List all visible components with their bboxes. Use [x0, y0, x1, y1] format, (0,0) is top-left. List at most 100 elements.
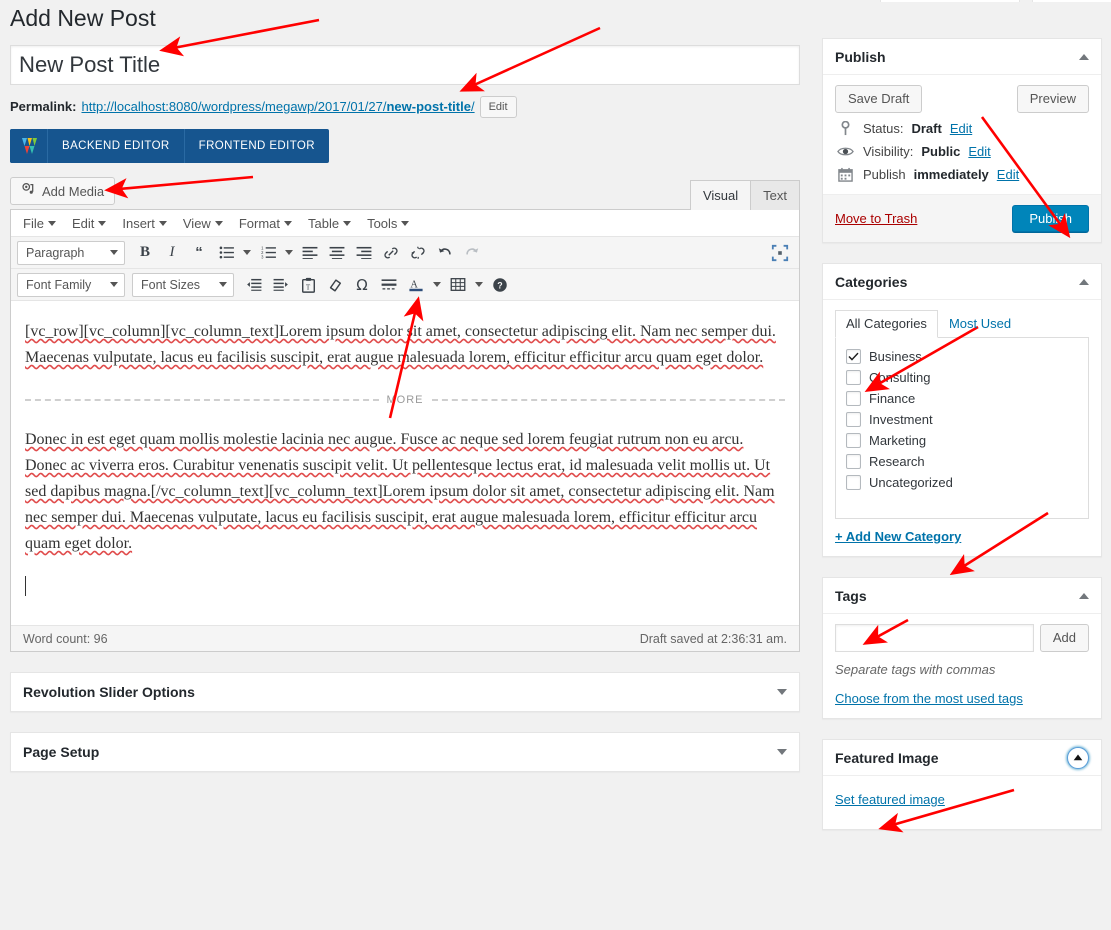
most-used-tags-link[interactable]: Choose from the most used tags: [835, 691, 1089, 706]
editor-toolbar-row-1: Paragraph B I “ 1 2 3: [11, 237, 799, 269]
align-right-icon[interactable]: [351, 241, 377, 265]
italic-icon[interactable]: I: [159, 241, 185, 265]
publish-box-header[interactable]: Publish: [823, 39, 1101, 75]
preview-button[interactable]: Preview: [1016, 85, 1089, 113]
menu-table[interactable]: Table: [300, 214, 359, 233]
paragraph-format-select[interactable]: Paragraph: [17, 240, 125, 265]
edit-status-link[interactable]: Edit: [950, 121, 972, 136]
chevron-down-icon[interactable]: [777, 689, 787, 695]
set-featured-image-link[interactable]: Set featured image: [835, 792, 945, 807]
edit-visibility-link[interactable]: Edit: [968, 144, 990, 159]
category-item-marketing[interactable]: Marketing: [846, 430, 1078, 451]
increase-indent-icon[interactable]: [268, 273, 294, 297]
blockquote-icon[interactable]: “: [186, 241, 212, 265]
paste-as-text-icon[interactable]: T: [295, 273, 321, 297]
bold-icon[interactable]: B: [132, 241, 158, 265]
menu-file-label: File: [23, 215, 44, 231]
tab-text[interactable]: Text: [750, 180, 800, 210]
category-label: Investment: [869, 412, 933, 427]
font-sizes-select[interactable]: Font Sizes: [132, 272, 234, 297]
add-tag-button[interactable]: Add: [1039, 624, 1089, 652]
chevron-down-icon: [98, 220, 107, 226]
fullscreen-icon[interactable]: [767, 241, 793, 265]
keyboard-shortcuts-icon[interactable]: ?: [487, 273, 513, 297]
edit-permalink-button[interactable]: Edit: [479, 96, 517, 118]
table-icon[interactable]: [445, 273, 471, 297]
menu-tools[interactable]: Tools: [359, 214, 417, 233]
text-color-caret-icon[interactable]: [430, 273, 444, 297]
clear-formatting-icon[interactable]: [322, 273, 348, 297]
chevron-down-icon: [284, 220, 292, 226]
chevron-down-icon: [110, 282, 118, 287]
checkbox-icon[interactable]: [846, 370, 861, 385]
metabox-header[interactable]: Page Setup: [11, 733, 799, 771]
backend-editor-button[interactable]: BACKEND EDITOR: [48, 129, 185, 163]
font-family-select[interactable]: Font Family: [17, 272, 125, 297]
checkbox-icon[interactable]: [846, 391, 861, 406]
category-item-investment[interactable]: Investment: [846, 409, 1078, 430]
checkbox-icon[interactable]: [846, 454, 861, 469]
undo-icon[interactable]: [432, 241, 458, 265]
checkbox-icon[interactable]: [846, 475, 861, 490]
add-media-icon: [21, 182, 36, 200]
tab-visual[interactable]: Visual: [689, 180, 752, 210]
sidebar-column: Publish Save Draft Preview Status: Draft…: [822, 0, 1111, 850]
permalink-url[interactable]: http://localhost:8080/wordpress/megawp/2…: [81, 95, 474, 119]
table-caret-icon[interactable]: [472, 273, 486, 297]
category-item-finance[interactable]: Finance: [846, 388, 1078, 409]
add-media-button[interactable]: Add Media: [10, 177, 116, 205]
special-character-icon[interactable]: Ω: [349, 273, 375, 297]
category-item-uncategorized[interactable]: Uncategorized: [846, 472, 1078, 493]
menu-edit[interactable]: Edit: [64, 214, 114, 233]
menu-view[interactable]: View: [175, 214, 231, 233]
category-item-business[interactable]: Business: [846, 346, 1078, 367]
cutoff-box-right: [1032, 0, 1111, 2]
metabox-header[interactable]: Revolution Slider Options: [11, 673, 799, 711]
post-title-input[interactable]: [10, 45, 800, 85]
align-left-icon[interactable]: [297, 241, 323, 265]
numbered-list-caret-icon[interactable]: [282, 241, 296, 265]
menu-format[interactable]: Format: [231, 214, 300, 233]
tags-body: Add Separate tags with commas Choose fro…: [823, 614, 1101, 718]
bullet-list-icon[interactable]: [213, 241, 239, 265]
frontend-editor-button[interactable]: FRONTEND EDITOR: [185, 129, 329, 163]
unlink-icon[interactable]: [405, 241, 431, 265]
save-draft-button[interactable]: Save Draft: [835, 85, 923, 113]
checkbox-checked-icon[interactable]: [846, 349, 861, 364]
horizontal-line-icon[interactable]: [376, 273, 402, 297]
tab-all-categories[interactable]: All Categories: [835, 310, 938, 338]
tab-most-used[interactable]: Most Used: [938, 310, 1022, 338]
tags-box-header[interactable]: Tags: [823, 578, 1101, 614]
tag-input[interactable]: [835, 624, 1034, 652]
editor-content-area[interactable]: [vc_row][vc_column][vc_column_text]Lorem…: [11, 301, 799, 625]
permalink-slug: new-post-title: [386, 99, 471, 114]
chevron-up-icon[interactable]: [1079, 592, 1089, 599]
editor-mode-tabs: Visual Text: [689, 180, 800, 210]
publish-button[interactable]: Publish: [1012, 205, 1089, 232]
add-new-category-link[interactable]: + Add New Category: [835, 529, 1089, 544]
decrease-indent-icon[interactable]: [241, 273, 267, 297]
menu-file[interactable]: File: [15, 214, 64, 233]
page-title: Add New Post: [10, 5, 156, 31]
tags-box: Tags Add Separate tags with commas Choos…: [822, 577, 1102, 719]
edit-schedule-link[interactable]: Edit: [997, 167, 1019, 182]
categories-box-header[interactable]: Categories: [823, 264, 1101, 300]
bullet-list-caret-icon[interactable]: [240, 241, 254, 265]
chevron-up-icon[interactable]: [1079, 278, 1089, 285]
category-item-consulting[interactable]: Consulting: [846, 367, 1078, 388]
numbered-list-icon[interactable]: 1 2 3: [255, 241, 281, 265]
menu-insert[interactable]: Insert: [114, 214, 175, 233]
insert-link-icon[interactable]: [378, 241, 404, 265]
checkbox-icon[interactable]: [846, 433, 861, 448]
chevron-up-circle-icon[interactable]: [1067, 746, 1089, 769]
redo-icon[interactable]: [459, 241, 485, 265]
chevron-down-icon[interactable]: [777, 749, 787, 755]
align-center-icon[interactable]: [324, 241, 350, 265]
move-to-trash-link[interactable]: Move to Trash: [835, 211, 917, 226]
menu-table-label: Table: [308, 215, 340, 231]
chevron-up-icon[interactable]: [1079, 53, 1089, 60]
text-color-icon[interactable]: A: [403, 273, 429, 297]
featured-image-box-header[interactable]: Featured Image: [823, 740, 1101, 776]
checkbox-icon[interactable]: [846, 412, 861, 427]
category-item-research[interactable]: Research: [846, 451, 1078, 472]
